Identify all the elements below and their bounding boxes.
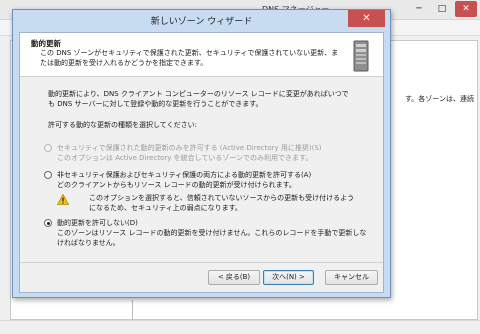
cancel-button[interactable]: キャンセル [325,270,378,285]
dns-manager-statusbar [0,320,480,334]
background-text-fragment: す。各ゾーンは、連続 [405,95,474,103]
radio-no-dynamic-updates[interactable] [44,219,52,227]
option-secure-only-description: このオプションは Active Directory を統合しているゾーンでのみ利… [57,154,313,162]
close-window-button[interactable]: ✕ [455,1,477,17]
option-secure-only-label: セキュリティで保護された動的更新のみを許可する (Active Director… [57,144,322,152]
minimize-button[interactable]: ─ [408,1,430,17]
server-icon [353,40,369,72]
button-separator [20,262,383,263]
radio-secure-and-nonsecure[interactable] [44,171,52,179]
radio-secure-only [44,144,52,152]
page-description: この DNS ゾーンがセキュリティで保護された更新、セキュリティで保護されていな… [40,49,339,67]
warning-icon [57,194,69,205]
option-no-dynamic-updates-description: このゾーンはリソース レコードの動的更新を受け付けません。これらのレコードを手動… [57,229,367,247]
wizard-content: 動的更新により、DNS クライアント コンピューターのリソース レコードに変更が… [20,78,383,262]
option-secure-and-nonsecure-description: どのクライアントからもリソース レコードの動的更新が受け付けられます。 [57,181,296,189]
wizard-header: 動的更新 この DNS ゾーンがセキュリティで保護された更新、セキュリティで保護… [20,33,383,77]
maximize-button[interactable]: □ [432,1,452,17]
new-zone-wizard-dialog: 新しいゾーン ウィザード ✕ 動的更新 この DNS ゾーンがセキュリティで保護… [12,9,391,298]
intro-text: 動的更新により、DNS クライアント コンピューターのリソース レコードに変更が… [48,90,349,108]
wizard-body: 動的更新 この DNS ゾーンがセキュリティで保護された更新、セキュリティで保護… [19,32,384,293]
wizard-close-button[interactable]: ✕ [348,10,385,27]
security-warning-text: このオプションを選択すると、信頼されていないソースからの更新も受け付けるようにな… [89,194,355,212]
option-no-dynamic-updates-label[interactable]: 動的更新を許可しない(D) [57,218,138,228]
selection-prompt: 許可する動的な更新の種類を選択してください: [48,121,197,129]
option-secure-and-nonsecure-label[interactable]: 非セキュリティ保護およびセキュリティ保護の両方による動的更新を許可する(A) [57,170,311,180]
next-button[interactable]: 次へ(N) > [263,270,314,285]
back-button[interactable]: < 戻る(B) [208,270,260,285]
wizard-titlebar[interactable]: 新しいゾーン ウィザード ✕ [13,10,390,32]
wizard-title: 新しいゾーン ウィザード [150,17,253,27]
